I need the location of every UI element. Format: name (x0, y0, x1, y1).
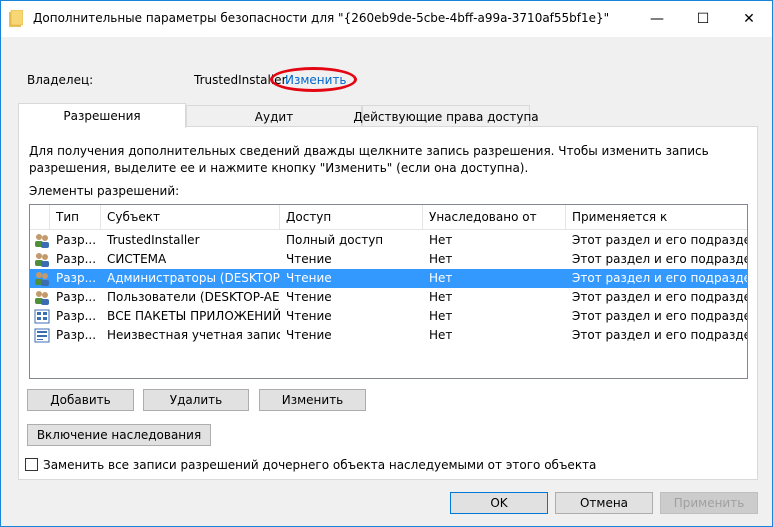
column-header-applies[interactable]: Применяется к (566, 205, 747, 230)
maximize-button[interactable]: ☐ (680, 1, 726, 37)
cell-subject: Администраторы (DESKTOP-... (107, 271, 280, 285)
unknown-account-icon (34, 328, 50, 343)
cell-applies: Этот раздел и его подразделы (572, 290, 747, 304)
cancel-button[interactable]: Отмена (555, 492, 653, 514)
cell-subject: TrustedInstaller (107, 233, 200, 247)
change-owner-link[interactable]: Изменить (285, 73, 347, 87)
advanced-security-window: Дополнительные параметры безопасности дл… (0, 0, 773, 527)
cell-type: Разр... (56, 252, 97, 266)
cell-applies: Этот раздел и его подразделы (572, 252, 747, 266)
cell-subject: Неизвестная учетная запись... (107, 328, 280, 342)
tab-audit[interactable]: Аудит (186, 105, 362, 127)
tab-permissions[interactable]: Разрешения (18, 103, 186, 128)
cell-applies: Этот раздел и его подразделы (572, 271, 747, 285)
table-row[interactable]: Разр... Неизвестная учетная запись... Чтен… (30, 326, 747, 345)
cell-access: Полный доступ (286, 233, 384, 247)
ok-button[interactable]: OK (450, 492, 548, 514)
title-bar[interactable]: Дополнительные параметры безопасности дл… (1, 1, 772, 37)
replace-checkbox-row[interactable]: Заменить все записи разрешений дочернего… (25, 458, 645, 473)
column-header-type[interactable]: Тип (50, 205, 101, 230)
replace-checkbox-label: Заменить все записи разрешений дочернего… (43, 458, 597, 472)
cell-applies: Этот раздел и его подразделы (572, 328, 747, 342)
apply-button[interactable]: Применить (660, 492, 758, 514)
cell-type: Разр... (56, 290, 97, 304)
cell-type: Разр... (56, 328, 97, 342)
add-button[interactable]: Добавить (27, 389, 134, 411)
column-header-inherited[interactable]: Унаследовано от (423, 205, 566, 230)
enable-inheritance-button[interactable]: Включение наследования (27, 424, 211, 446)
cell-inherited: Нет (429, 271, 453, 285)
cell-inherited: Нет (429, 252, 453, 266)
button-bar: OK Отмена Применить (1, 481, 772, 526)
folder-icon (9, 10, 23, 27)
cell-access: Чтение (286, 252, 332, 266)
cell-access: Чтение (286, 271, 332, 285)
close-button[interactable]: ✕ (726, 1, 772, 37)
column-header-icon[interactable] (30, 205, 50, 230)
column-header-subject[interactable]: Субъект (101, 205, 280, 230)
cell-subject: Пользователи (DESKTOP-AE... (107, 290, 280, 304)
replace-checkbox[interactable] (25, 458, 38, 471)
table-row[interactable]: Разр... TrustedInstaller Полный доступ Нет Э… (30, 231, 747, 250)
cell-applies: Этот раздел и его подразделы (572, 309, 747, 323)
remove-button[interactable]: Удалить (143, 389, 249, 411)
owner-label: Владелец: (27, 73, 94, 87)
cell-subject: СИСТЕМА (107, 252, 167, 266)
cell-type: Разр... (56, 309, 97, 323)
app-packages-icon (34, 309, 50, 324)
cell-access: Чтение (286, 309, 332, 323)
cell-inherited: Нет (429, 290, 453, 304)
permission-entries-list[interactable]: Тип Субъект Доступ Унаследовано от Приме… (29, 204, 748, 379)
list-caption: Элементы разрешений: (29, 184, 180, 198)
cell-inherited: Нет (429, 328, 453, 342)
list-header: Тип Субъект Доступ Унаследовано от Приме… (30, 205, 747, 230)
table-row[interactable]: Разр... СИСТЕМА Чтение Нет Этот раздел и его… (30, 250, 747, 269)
cell-access: Чтение (286, 290, 332, 304)
cell-inherited: Нет (429, 233, 453, 247)
cell-access: Чтение (286, 328, 332, 342)
column-header-access[interactable]: Доступ (280, 205, 423, 230)
dialog-body: Владелец: TrustedInstaller Изменить Разр… (1, 37, 772, 526)
tab-effective-access[interactable]: Действующие права доступа (353, 105, 539, 127)
minimize-button[interactable]: — (634, 1, 680, 37)
cell-type: Разр... (56, 233, 97, 247)
cell-subject: ВСЕ ПАКЕТЫ ПРИЛОЖЕНИЙ (107, 309, 280, 323)
window-title: Дополнительные параметры безопасности дл… (33, 11, 610, 25)
users-icon (35, 291, 49, 305)
hint-text: Для получения дополнительных сведений дв… (29, 144, 709, 175)
table-row[interactable]: Разр... Администраторы (DESKTOP-... Чтение… (30, 269, 747, 288)
cell-inherited: Нет (429, 309, 453, 323)
cell-applies: Этот раздел и его подразделы (572, 233, 747, 247)
table-row[interactable]: Разр... Пользователи (DESKTOP-AE... Чтение… (30, 288, 747, 307)
users-icon (35, 234, 49, 248)
edit-button[interactable]: Изменить (259, 389, 366, 411)
table-row[interactable]: Разр... ВСЕ ПАКЕТЫ ПРИЛОЖЕНИЙ Чтение Нет Это… (30, 307, 747, 326)
users-icon (35, 253, 49, 267)
cell-type: Разр... (56, 271, 97, 285)
users-icon (35, 272, 49, 286)
